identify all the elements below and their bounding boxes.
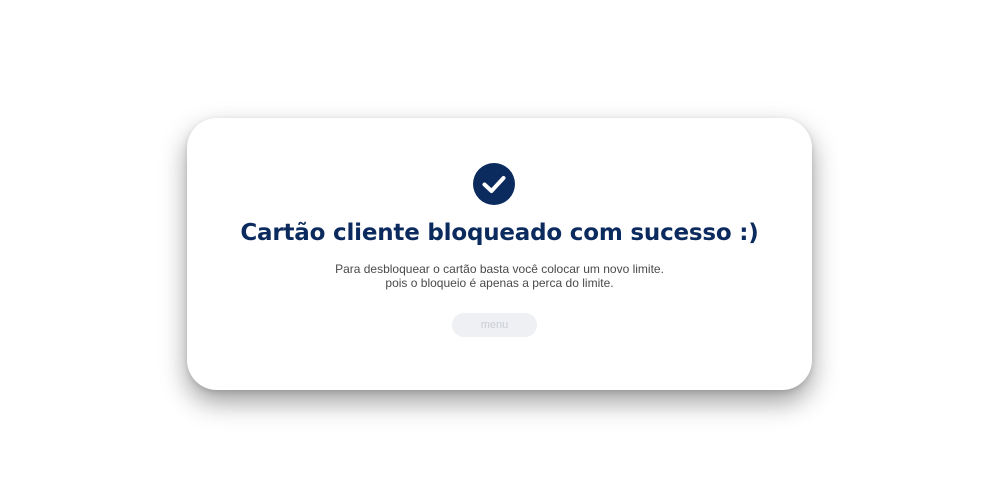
menu-button[interactable]: menu	[452, 313, 537, 337]
dialog-message: Para desbloquear o cartão basta você col…	[187, 262, 812, 290]
message-line-1: Para desbloquear o cartão basta você col…	[335, 262, 664, 276]
message-line-2: pois o bloqueio é apenas a perca do limi…	[385, 276, 614, 290]
page-background: Cartão cliente bloqueado com sucesso :) …	[0, 0, 1000, 500]
check-icon	[473, 163, 515, 205]
success-dialog: Cartão cliente bloqueado com sucesso :) …	[187, 118, 812, 390]
dialog-title: Cartão cliente bloqueado com sucesso :)	[240, 220, 759, 246]
